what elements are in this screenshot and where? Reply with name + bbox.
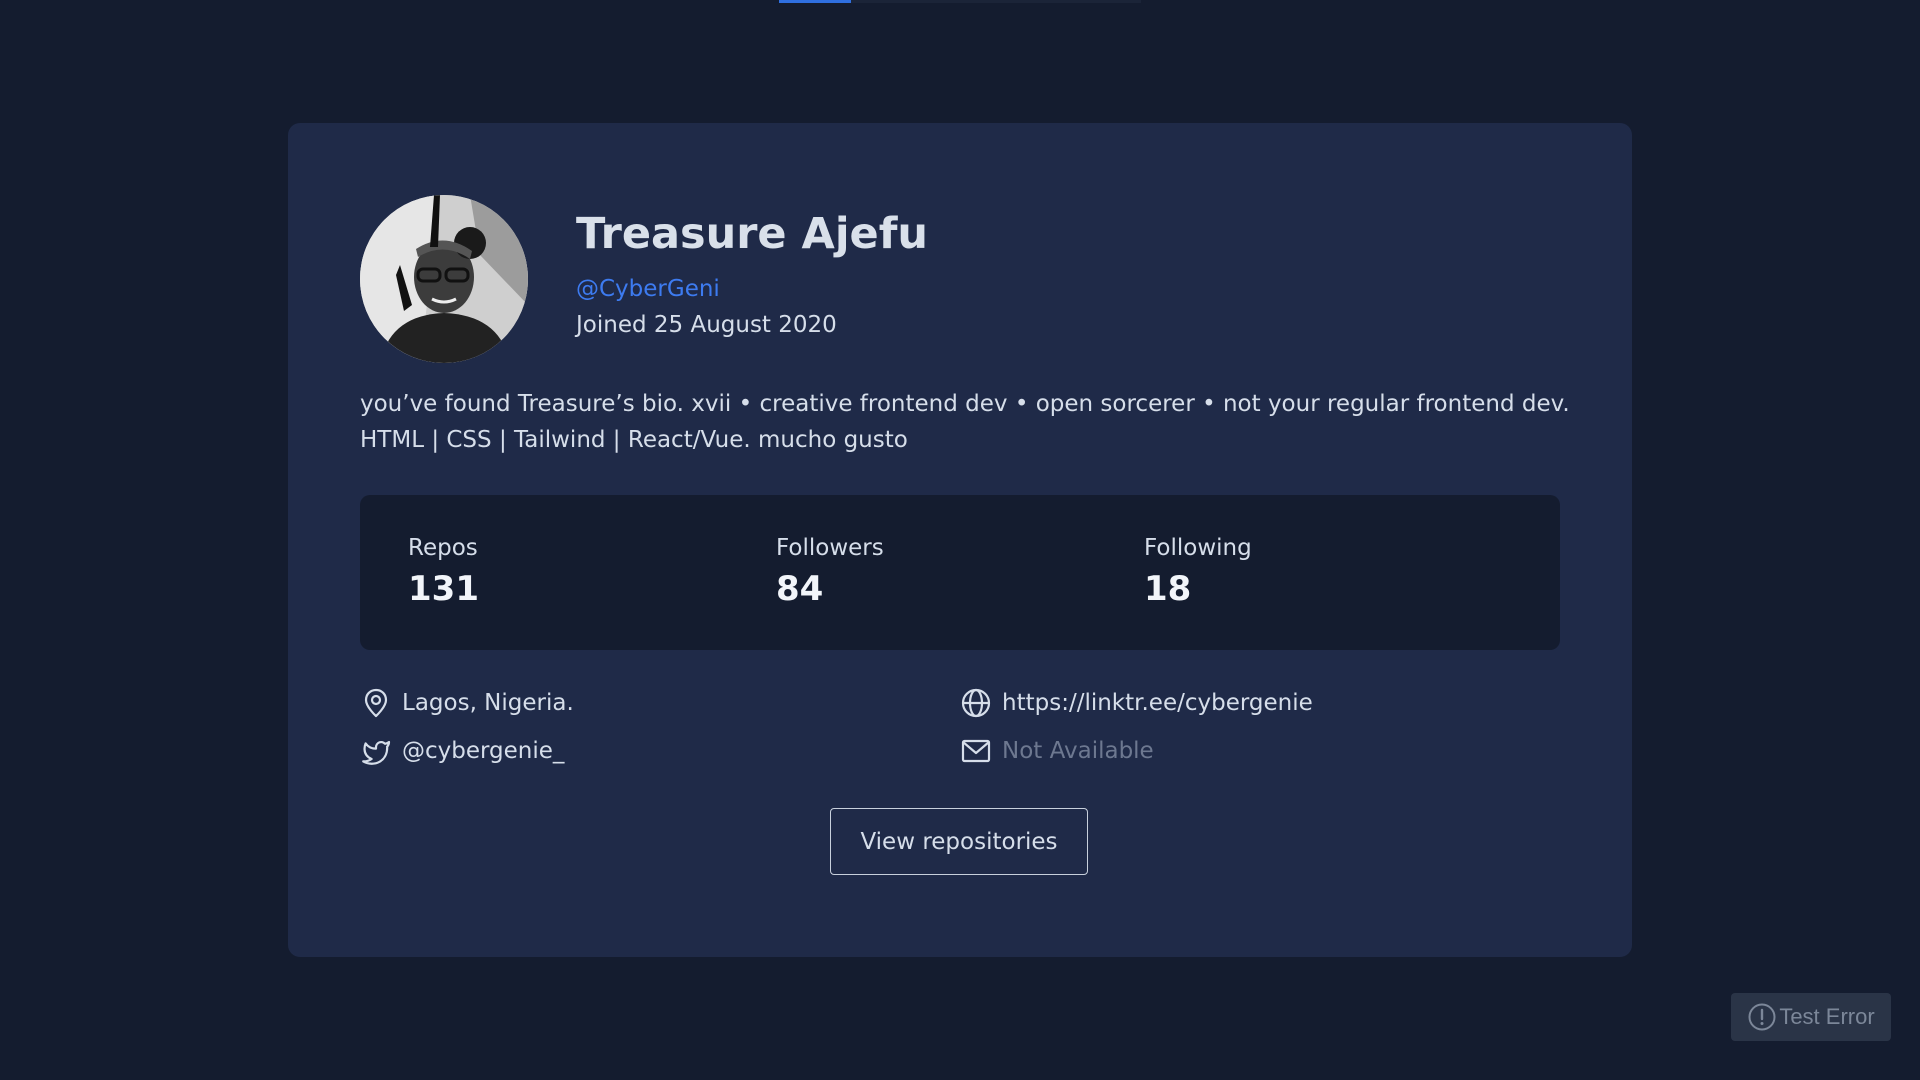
- profile-handle-link[interactable]: @CyberGeni: [576, 274, 720, 304]
- profile-bio: you’ve found Treasure’s bio. xvii • crea…: [360, 391, 1570, 453]
- active-tab-indicator: [779, 0, 851, 3]
- stat-repos: Repos 131: [408, 533, 479, 609]
- joined-date: Joined 25 August 2020: [576, 312, 837, 338]
- website-link[interactable]: https://linktr.ee/cybergenie: [1002, 690, 1313, 716]
- alert-circle-icon: [1748, 1003, 1776, 1031]
- website-item[interactable]: https://linktr.ee/cybergenie: [960, 686, 1313, 720]
- stat-followers: Followers 84: [776, 533, 884, 609]
- location-pin-icon: [364, 688, 388, 718]
- profile-links: Lagos, Nigeria. https://linktr.ee/cyberg…: [360, 686, 1560, 786]
- email-text: Not Available: [1002, 738, 1154, 764]
- test-error-button[interactable]: Test Error: [1731, 993, 1891, 1041]
- stat-value: 84: [776, 569, 824, 609]
- twitter-handle[interactable]: @cybergenie_: [402, 738, 564, 764]
- profile-card: Treasure Ajefu @CyberGeni Joined 25 Augu…: [288, 123, 1632, 957]
- email-item: Not Available: [960, 734, 1154, 768]
- avatar-photo: [360, 195, 528, 363]
- stat-following: Following 18: [1144, 533, 1252, 609]
- twitter-icon: [362, 740, 391, 765]
- top-tab-strip: [779, 0, 1141, 3]
- stat-value: 131: [408, 569, 479, 609]
- stat-label: Followers: [776, 535, 884, 561]
- twitter-item[interactable]: @cybergenie_: [360, 734, 564, 768]
- stats-panel: Repos 131 Followers 84 Following 18: [360, 495, 1560, 650]
- stat-label: Following: [1144, 535, 1252, 561]
- stat-value: 18: [1144, 569, 1192, 609]
- globe-icon: [961, 688, 991, 718]
- test-error-label: Test Error: [1779, 1004, 1875, 1029]
- stat-label: Repos: [408, 535, 478, 561]
- location-text: Lagos, Nigeria.: [402, 690, 574, 716]
- mail-icon: [961, 739, 991, 763]
- location-item: Lagos, Nigeria.: [360, 686, 574, 720]
- view-repositories-button[interactable]: View repositories: [830, 808, 1088, 875]
- profile-name: Treasure Ajefu: [576, 209, 929, 259]
- avatar: [360, 195, 528, 363]
